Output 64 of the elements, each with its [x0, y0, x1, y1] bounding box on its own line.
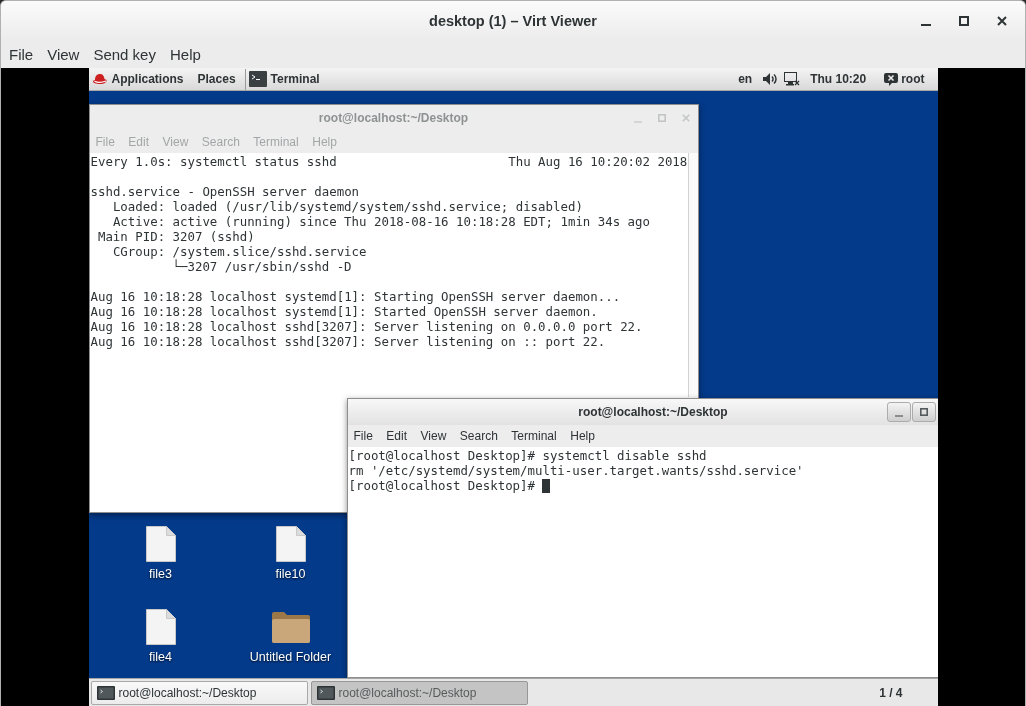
menu-item[interactable]: Search: [459, 429, 498, 443]
icon-label[interactable]: Untitled Folder: [249, 650, 332, 665]
hat-icon: [92, 73, 107, 85]
menu-item[interactable]: View: [47, 45, 80, 63]
speaker-icon[interactable]: [763, 73, 778, 85]
menu-item[interactable]: Edit: [386, 429, 408, 443]
chat-bubble-icon: [884, 72, 899, 86]
folder-icon[interactable]: [271, 611, 310, 643]
watch-command: Every 1.0s: systemctl status sshd: [90, 154, 337, 169]
workspace-switcher[interactable]: 1 / 4: [879, 685, 903, 700]
menu-item[interactable]: File: [9, 45, 34, 63]
window-title: desktop (1) – Virt Viewer: [429, 12, 597, 29]
taskbar-button[interactable]: root@localhost:~/Desktop: [310, 680, 528, 705]
terminal-icon: [96, 685, 115, 700]
terminal-icon: [316, 685, 335, 700]
terminal-line: [root@localhost Desktop]# systemctl disable sshd: [348, 448, 707, 463]
network-icon[interactable]: [784, 72, 801, 86]
maximize-icon: [959, 15, 969, 26]
status-label: CGroup:: [112, 244, 166, 259]
log-line: Aug 16 10:18:28 localhost systemd[1]: Starting OpenSSH server daemon...: [90, 289, 621, 304]
keyboard-layout[interactable]: en: [736, 69, 755, 89]
status-label: Loaded:: [112, 199, 166, 214]
scrollbar[interactable]: [687, 153, 698, 397]
terminal-line: [root@localhost Desktop]#: [348, 478, 535, 493]
user-menu[interactable]: root: [882, 69, 927, 89]
minimize-icon: [921, 23, 931, 26]
menu-item[interactable]: View: [420, 429, 447, 443]
log-line: Aug 16 10:18:28 localhost sshd[3207]: Server listening on :: port 22.: [90, 334, 606, 349]
clock[interactable]: Thu 10:20: [808, 69, 869, 89]
log-line: Aug 16 10:18:28 localhost sshd[3207]: Server listening on 0.0.0.0 port 22.: [90, 319, 643, 334]
menu-item[interactable]: Terminal: [511, 429, 557, 443]
menu-item[interactable]: Help: [169, 45, 201, 63]
menu-item[interactable]: Help: [570, 429, 595, 443]
status-label: Active:: [112, 214, 166, 229]
applications-menu[interactable]: Applications: [90, 69, 186, 89]
status-value: active (running) since Thu 2018-08-16 10:18:28 EDT; 1min 34s ago: [172, 214, 650, 229]
icon-label[interactable]: file10: [275, 567, 306, 582]
icon-label[interactable]: file3: [149, 567, 172, 582]
window-title: root@localhost:~/Desktop: [578, 405, 728, 419]
terminal-icon: [248, 71, 267, 87]
unit-description: sshd.service - OpenSSH server daemon: [90, 184, 360, 199]
document-icon[interactable]: [145, 609, 176, 645]
menu-item[interactable]: Send key: [93, 45, 156, 63]
watch-timestamp: Thu Aug 16 10:20:02 2018: [508, 154, 688, 169]
document-icon[interactable]: [275, 526, 306, 562]
maximize-icon: [919, 408, 928, 416]
terminal-line: rm '/etc/systemd/system/multi-user.target.wants/sshd.service': [348, 463, 804, 478]
taskbar-button[interactable]: root@localhost:~/Desktop: [90, 680, 308, 705]
icon-label[interactable]: file4: [149, 650, 172, 665]
status-value: /system.slice/sshd.service: [172, 244, 367, 259]
close-icon: [681, 114, 690, 122]
maximize-icon: [657, 114, 666, 122]
window-title: root@localhost:~/Desktop: [318, 111, 469, 125]
document-icon[interactable]: [145, 526, 176, 562]
menu-item[interactable]: File: [353, 429, 373, 443]
log-line: Aug 16 10:18:28 localhost systemd[1]: Started OpenSSH server daemon.: [90, 304, 598, 319]
places-menu[interactable]: Places: [195, 69, 238, 89]
close-icon: [997, 15, 1007, 26]
process-tree-line: └─3207 /usr/sbin/sshd -D: [172, 259, 352, 274]
status-value: loaded (/usr/lib/systemd/system/sshd.service; disabled): [172, 199, 583, 214]
app-menu[interactable]: Terminal: [246, 69, 322, 89]
status-value: 3207 (sshd): [172, 229, 255, 244]
maximize-button[interactable]: [911, 402, 936, 422]
status-label: Main PID:: [97, 229, 166, 244]
